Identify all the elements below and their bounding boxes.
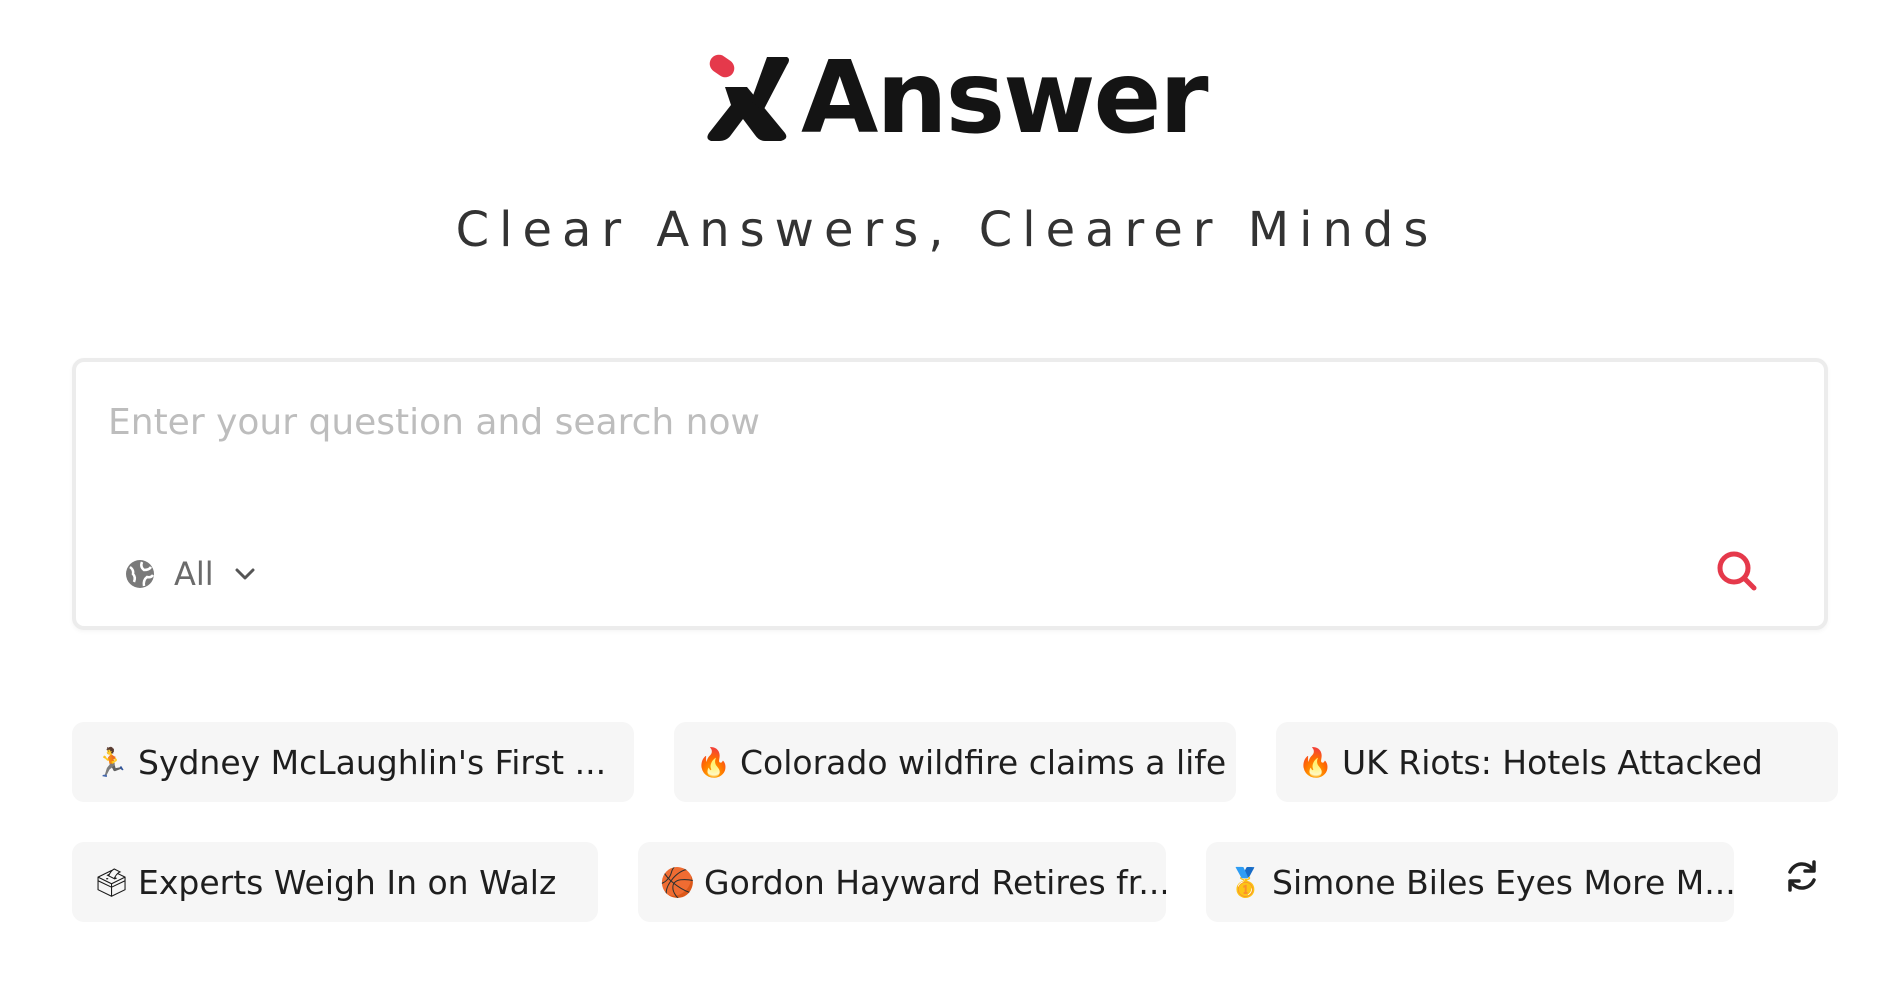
chevron-down-icon [235, 568, 255, 580]
suggestion-chip[interactable]: 🏀 Gordon Hayward Retires fr... [638, 842, 1166, 922]
suggestion-chip[interactable]: 🏃 Sydney McLaughlin's First ... [72, 722, 634, 802]
suggestion-chip[interactable]: 🥇 Simone Biles Eyes More M... [1206, 842, 1734, 922]
answer-logo-icon [707, 53, 789, 143]
search-box: All [72, 358, 1828, 630]
refresh-suggestions-button[interactable] [1782, 856, 1822, 896]
search-scope-label: All [174, 555, 214, 593]
suggestion-text: Sydney McLaughlin's First ... [138, 742, 607, 782]
tagline: Clear Answers, Clearer Minds [455, 202, 1439, 258]
fire-icon: 🔥 [696, 745, 731, 779]
ballot-box-icon: 🗳 [94, 865, 130, 899]
suggestion-text: Colorado wildfire claims a life [740, 742, 1227, 782]
runner-icon: 🏃 [94, 745, 129, 779]
search-button[interactable] [1712, 546, 1762, 596]
suggestion-text: UK Riots: Hotels Attacked [1342, 742, 1763, 782]
refresh-icon [1788, 860, 1816, 892]
search-input[interactable] [108, 386, 1708, 458]
suggestion-text: Experts Weigh In on Walz [138, 862, 557, 902]
logo: Answer [707, 48, 1209, 148]
suggestion-chip[interactable]: 🗳 Experts Weigh In on Walz [72, 842, 598, 922]
suggestion-text: Simone Biles Eyes More M... [1272, 862, 1734, 902]
globe-icon [126, 560, 155, 588]
search-scope-dropdown[interactable]: All [124, 544, 256, 604]
search-icon [1717, 551, 1757, 591]
suggestion-chip[interactable]: 🔥 UK Riots: Hotels Attacked [1276, 722, 1838, 802]
basketball-icon: 🏀 [660, 865, 695, 899]
suggestion-chip[interactable]: 🔥 Colorado wildfire claims a life [674, 722, 1236, 802]
medal-icon: 🥇 [1228, 865, 1263, 899]
suggestion-text: Gordon Hayward Retires fr... [704, 862, 1166, 902]
brand-name: Answer [801, 39, 1209, 156]
fire-icon: 🔥 [1298, 745, 1333, 779]
